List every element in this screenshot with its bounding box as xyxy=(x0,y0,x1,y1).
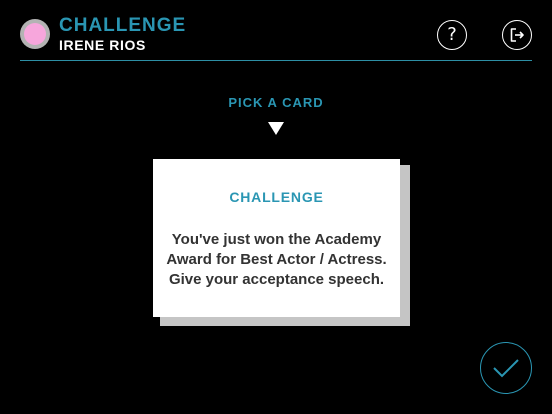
question-icon: ? xyxy=(447,24,457,45)
down-arrow-icon xyxy=(268,122,284,135)
exit-button[interactable] xyxy=(502,20,532,50)
pick-card-label: PICK A CARD xyxy=(228,95,324,110)
challenge-card[interactable]: CHALLENGE You've just won the Academy Aw… xyxy=(153,159,400,317)
card-title: CHALLENGE xyxy=(229,189,324,205)
checkmark-icon xyxy=(493,359,519,378)
player-color-dot xyxy=(24,23,46,45)
confirm-button[interactable] xyxy=(480,342,532,394)
exit-icon xyxy=(510,28,524,42)
mode-title: CHALLENGE xyxy=(59,15,187,36)
header-bar: CHALLENGE IRENE RIOS ? xyxy=(20,0,532,61)
card-text: You've just won the Academy Award for Be… xyxy=(166,231,387,288)
player-avatar xyxy=(20,19,50,49)
player-name: IRENE RIOS xyxy=(59,37,146,53)
help-button[interactable]: ? xyxy=(437,20,467,50)
